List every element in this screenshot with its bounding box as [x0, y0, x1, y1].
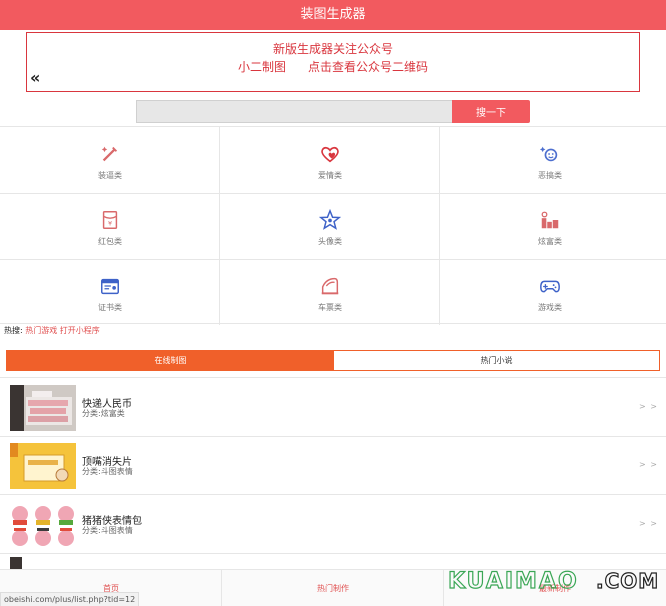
category-rich[interactable]: 炫富类: [440, 193, 660, 259]
divider: [0, 377, 666, 378]
list-item[interactable]: 顶嘴消失片 分类:斗图表情 > >: [0, 438, 666, 494]
double-chevron-left-icon[interactable]: «: [30, 70, 40, 86]
app-header: 装图生成器: [0, 0, 666, 30]
category-label: 装逼类: [98, 171, 122, 180]
page-title: 装图生成器: [300, 7, 366, 22]
tab-bar: 在线制图 热门小说: [6, 350, 660, 371]
category-label: 游戏类: [538, 303, 562, 312]
hearts-icon: [321, 146, 339, 163]
category-grid: 装逼类 爱情类 恶搞类 ¥ 红包类 头像类 炫富类 证书类 车票类 游戏类: [0, 126, 666, 325]
banner-line-2: 小二制图 点击查看公众号二维码: [27, 59, 639, 75]
hot-link-games[interactable]: 热门游戏: [25, 326, 57, 335]
svg-text:.COM: .COM: [596, 569, 659, 593]
status-url: obeishi.com/plus/list.php?tid=12: [0, 592, 140, 606]
kuaimao-watermark-logo: KUAIMAO .COM: [447, 568, 659, 594]
list-item[interactable]: 猪猪侠表情包 分类:斗图表情 > >: [0, 497, 666, 553]
tab-hot-novels[interactable]: 热门小说: [334, 351, 659, 370]
money-stack-icon: [541, 211, 559, 229]
search-button[interactable]: 搜一下: [452, 100, 530, 123]
divider: [0, 436, 666, 437]
item-category: 分类:斗图表情: [82, 467, 133, 476]
item-thumbnail: [10, 443, 76, 489]
category-label: 炫富类: [538, 237, 562, 246]
banner-qr-link[interactable]: 点击查看公众号二维码: [308, 60, 428, 74]
item-arrow: > >: [639, 460, 658, 469]
item-category: 分类:斗图表情: [82, 526, 133, 535]
category-avatar[interactable]: 头像类: [220, 193, 440, 259]
star-icon: [319, 209, 341, 230]
promo-banner[interactable]: 新版生成器关注公众号 小二制图 点击查看公众号二维码: [26, 32, 640, 92]
banner-line-1: 新版生成器关注公众号: [272, 42, 393, 56]
hot-link-miniprogram[interactable]: 打开小程序: [60, 326, 100, 335]
tab-online-maker[interactable]: 在线制图: [7, 351, 334, 370]
category-label: 红包类: [98, 237, 122, 246]
red-envelope-icon: ¥: [102, 211, 118, 229]
category-redpacket[interactable]: ¥ 红包类: [0, 193, 220, 259]
banner-account-name: 小二制图: [237, 60, 286, 74]
category-label: 车票类: [318, 303, 342, 312]
svg-text:KUAIMAO: KUAIMAO: [448, 569, 579, 594]
divider: [0, 494, 666, 495]
funny-face-icon: [539, 146, 558, 162]
gamepad-icon: [540, 280, 560, 293]
category-funny[interactable]: 恶搞类: [440, 127, 660, 193]
item-arrow: > >: [639, 519, 658, 528]
item-arrow: > >: [639, 402, 658, 411]
category-label: 头像类: [318, 237, 342, 246]
item-thumbnail: [10, 385, 76, 431]
hot-search-label: 热搜:: [4, 326, 23, 335]
svg-text:¥: ¥: [108, 220, 112, 228]
nav-hot[interactable]: 热门制作: [222, 570, 444, 606]
category-zhuangbi[interactable]: 装逼类: [0, 127, 220, 193]
category-label: 爱情类: [318, 171, 342, 180]
category-love[interactable]: 爱情类: [220, 127, 440, 193]
certificate-icon: [101, 278, 119, 295]
list-item[interactable]: 快递人民币 分类:炫富类 > >: [0, 380, 666, 436]
ticket-icon: [321, 277, 339, 295]
search-input[interactable]: [136, 100, 452, 123]
app-page: 装图生成器 新版生成器关注公众号 小二制图 点击查看公众号二维码 « 搜一下 装逼…: [0, 0, 666, 606]
magic-wand-icon: [101, 146, 118, 162]
category-label: 恶搞类: [538, 171, 562, 180]
divider: [0, 553, 666, 554]
hot-search: 热搜: 热门游戏 打开小程序: [4, 326, 100, 336]
category-certificate[interactable]: 证书类: [0, 259, 220, 325]
category-game[interactable]: 游戏类: [440, 259, 660, 325]
item-thumbnail: [10, 502, 76, 548]
category-ticket[interactable]: 车票类: [220, 259, 440, 325]
category-label: 证书类: [98, 303, 122, 312]
item-category: 分类:炫富类: [82, 409, 125, 418]
item-thumbnail: [10, 557, 22, 569]
